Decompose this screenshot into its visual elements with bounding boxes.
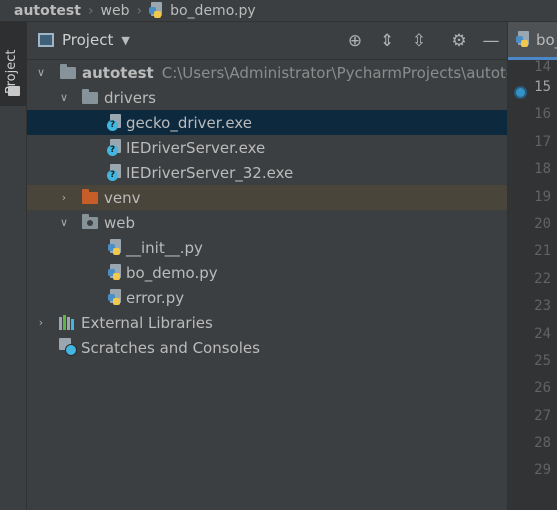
line-number: 24 [534,325,551,342]
tree-item-root[interactable]: ∨ autotest C:\Users\Administrator\Pycharm… [27,60,507,85]
tree-item-label: bo_demo.py [126,263,218,282]
tree-item-file[interactable]: __init__.py [27,235,507,260]
line-number: 17 [534,133,551,150]
line-number: 20 [534,215,551,232]
project-path: C:\Users\Administrator\PycharmProjects\a… [161,63,507,82]
unknown-file-icon: ? [107,139,123,156]
python-file-icon [149,2,165,19]
line-number-gutter[interactable]: 14 15 16 17 18 19 20 21 22 23 24 25 26 2… [508,60,557,485]
editor-tab-label: bo_demo.py [536,30,557,49]
python-file-icon [516,31,532,48]
breadcrumb: autotest › web › bo_demo.py [0,0,557,22]
python-file-icon [108,264,124,281]
scratches-icon [59,338,77,356]
python-file-icon [108,289,124,306]
project-tool-tab[interactable]: Project [0,22,27,106]
project-panel-header: Project ▼ ⊕ ⇕ ⇳ ⚙ — [27,22,507,60]
breadcrumb-separator-icon: › [87,2,94,19]
gear-icon[interactable]: ⚙ [443,22,475,60]
tree-item-scratches[interactable]: Scratches and Consoles [27,335,507,360]
line-number: 28 [534,435,551,452]
tree-item-file[interactable]: ? IEDriverServer.exe [27,135,507,160]
library-icon [59,315,76,330]
project-panel: Project ▼ ⊕ ⇕ ⇳ ⚙ — ∨ autotest C:\Users\A… [27,22,507,510]
line-number: 29 [534,462,551,479]
tree-item-label: drivers [104,88,156,107]
line-number: 27 [534,407,551,424]
python-file-icon [108,239,124,256]
tree-item-file[interactable]: ? IEDriverServer_32.exe [27,160,507,185]
project-name: autotest [82,63,154,82]
folder-icon [8,86,20,96]
line-number: 25 [534,352,551,369]
line-number: 18 [534,161,551,178]
tool-window-strip: Project [0,22,27,510]
breadcrumb-item-project[interactable]: autotest [14,3,81,19]
line-number: 19 [534,188,551,205]
breakpoint-icon[interactable] [514,86,527,99]
collapse-all-icon[interactable]: ⇳ [403,22,435,60]
tree-item-venv[interactable]: › venv [27,185,507,210]
tree-item-label: autotest C:\Users\Administrator\PycharmPr… [82,64,507,82]
locate-file-icon[interactable]: ⊕ [339,22,371,60]
breadcrumb-item-folder[interactable]: web [101,3,130,19]
line-number: 26 [534,380,551,397]
line-number: 23 [534,298,551,315]
chevron-down-icon[interactable]: ∨ [58,91,70,104]
chevron-right-icon[interactable]: › [35,316,47,329]
editor-area: bo_demo.py 14 15 16 17 18 19 20 21 22 23… [507,22,557,510]
project-window-icon [38,33,54,47]
breadcrumb-separator-icon: › [136,2,143,19]
breadcrumb-item-file[interactable]: bo_demo.py [149,2,256,19]
tree-item-label: gecko_driver.exe [126,113,252,132]
line-number: 14 [534,60,551,74]
chevron-right-icon[interactable]: › [58,191,70,204]
excluded-folder-icon [82,189,98,204]
hide-panel-icon[interactable]: — [475,22,507,60]
chevron-down-icon[interactable]: ∨ [58,216,70,229]
tree-item-drivers[interactable]: ∨ drivers [27,85,507,110]
editor-tab[interactable]: bo_demo.py [508,22,557,60]
tree-item-external-libraries[interactable]: › External Libraries [27,310,507,335]
project-panel-title: Project [62,31,114,49]
chevron-down-icon[interactable]: ∨ [35,66,47,79]
panel-toolbar: ⊕ ⇕ ⇳ ⚙ — [339,22,507,60]
tree-item-label: error.py [126,288,185,307]
line-number: 21 [534,243,551,260]
tree-item-label: IEDriverServer.exe [126,138,266,157]
tree-item-label: venv [104,188,141,207]
project-view-selector[interactable]: Project ▼ [38,31,130,49]
tree-item-file-selected[interactable]: ? gecko_driver.exe [27,110,507,135]
tree-item-file[interactable]: error.py [27,285,507,310]
breadcrumb-file-label: bo_demo.py [170,2,256,19]
package-folder-icon [82,214,98,229]
tree-item-file[interactable]: bo_demo.py [27,260,507,285]
expand-all-icon[interactable]: ⇕ [371,22,403,60]
tree-item-label: web [104,213,136,232]
project-tree: ∨ autotest C:\Users\Administrator\Pycharm… [27,60,507,360]
unknown-file-icon: ? [107,114,123,131]
tree-item-label: Scratches and Consoles [81,338,260,357]
chevron-down-icon: ▼ [121,33,130,47]
folder-icon [60,64,76,79]
tree-item-label: __init__.py [126,238,203,257]
line-number: 22 [534,270,551,287]
tree-item-label: IEDriverServer_32.exe [126,163,294,182]
unknown-file-icon: ? [107,164,123,181]
folder-icon [82,89,98,104]
tree-item-web[interactable]: ∨ web [27,210,507,235]
tree-item-label: External Libraries [81,313,213,332]
line-number: 16 [534,106,551,123]
